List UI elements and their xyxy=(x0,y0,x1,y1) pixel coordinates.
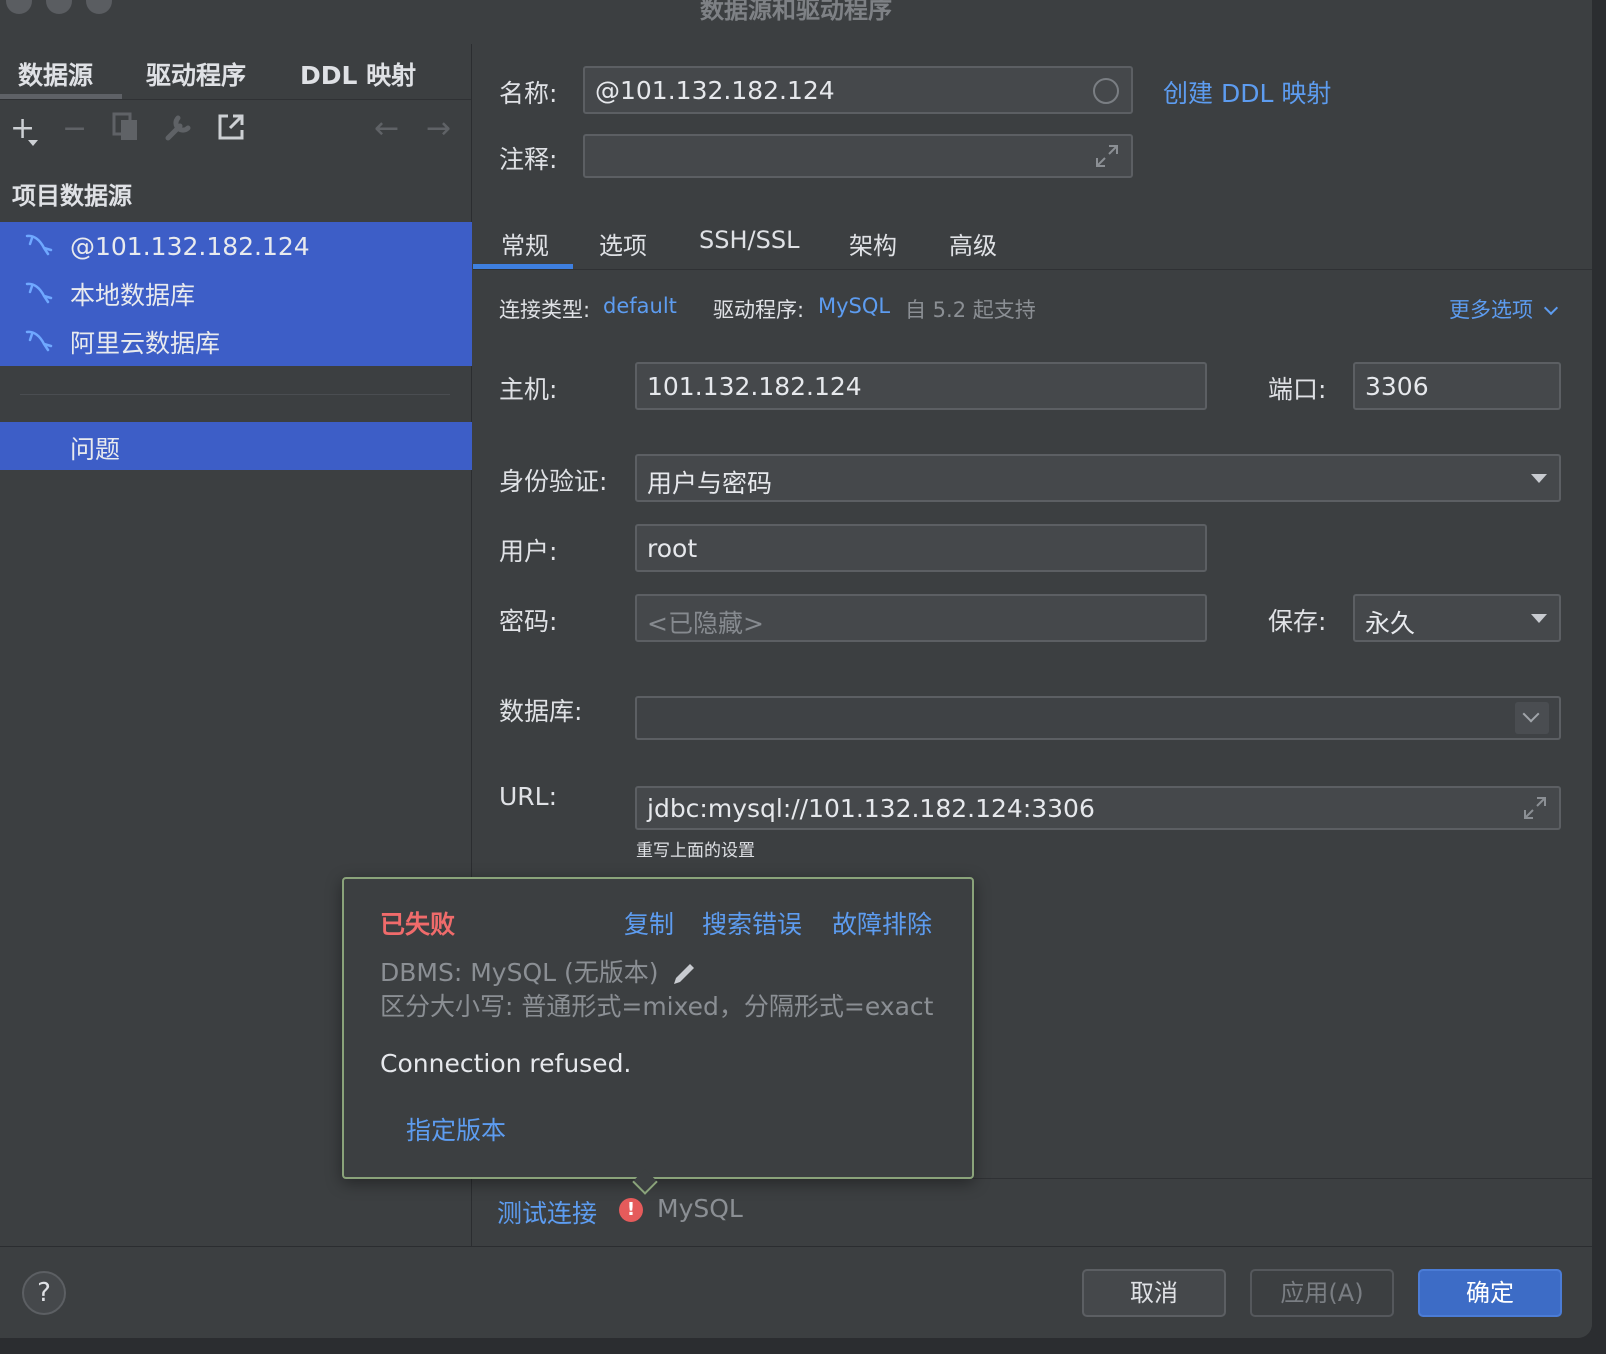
wrench-icon[interactable] xyxy=(164,112,194,142)
mysql-dolphin-icon xyxy=(25,234,53,256)
tab-drivers[interactable]: 驱动程序 xyxy=(146,56,246,92)
auth-label: 身份验证: xyxy=(499,467,608,496)
forward-arrow-icon[interactable]: → xyxy=(426,114,451,144)
chevron-down-icon xyxy=(1543,300,1558,316)
dropdown-arrow-icon xyxy=(1531,614,1547,623)
database-select[interactable] xyxy=(635,696,1561,740)
status-failed: 已失败 xyxy=(380,910,456,939)
active-tab-indicator xyxy=(473,264,573,269)
test-connection-link[interactable]: 测试连接 xyxy=(497,1194,597,1230)
host-value: 101.132.182.124 xyxy=(647,372,862,401)
tab-ddl-mappings[interactable]: DDL 映射 xyxy=(300,56,416,92)
dbms-text: DBMS: MySQL (无版本) xyxy=(380,958,659,987)
active-tab-indicator xyxy=(0,94,122,99)
problems-label: 问题 xyxy=(70,435,121,464)
mysql-dolphin-icon xyxy=(25,282,53,304)
url-value: jdbc:mysql://101.132.182.124:3306 xyxy=(647,794,1095,823)
data-source-item[interactable]: 本地数据库 xyxy=(0,270,472,318)
comment-input[interactable] xyxy=(583,134,1133,178)
user-label: 用户: xyxy=(499,537,558,566)
driver-label: 驱动程序: xyxy=(713,298,805,322)
url-label: URL: xyxy=(499,782,558,811)
create-ddl-mapping-link[interactable]: 创建 DDL 映射 xyxy=(1163,74,1331,110)
case-sensitivity-line: 区分大小写: 普通形式=mixed，分隔形式=exact xyxy=(380,992,934,1021)
save-value: 永久 xyxy=(1365,609,1416,638)
port-input[interactable]: 3306 xyxy=(1353,362,1561,410)
more-options-label: 更多选项 xyxy=(1449,298,1533,322)
password-placeholder: <已隐藏> xyxy=(647,609,764,638)
back-arrow-icon[interactable]: ← xyxy=(374,114,399,144)
comment-label: 注释: xyxy=(499,145,558,174)
cancel-button[interactable]: 取消 xyxy=(1082,1269,1226,1317)
auth-value: 用户与密码 xyxy=(647,469,773,498)
auth-select[interactable]: 用户与密码 xyxy=(635,454,1561,502)
dialog-window: 数据源和驱动程序 数据源 驱动程序 DDL 映射 + − ← → 项目数据源 @… xyxy=(0,0,1592,1338)
settings-tabs: 常规 选项 SSH/SSL 架构 高级 xyxy=(473,218,1592,270)
open-external-icon[interactable] xyxy=(216,112,246,142)
copy-link[interactable]: 复制 xyxy=(624,905,674,941)
apply-button[interactable]: 应用(A) xyxy=(1250,1269,1394,1317)
database-label: 数据库: xyxy=(499,697,583,726)
sidebar-item-problems[interactable]: 问题 xyxy=(0,422,472,470)
data-source-label: @101.132.182.124 xyxy=(70,231,310,261)
data-source-label: 本地数据库 xyxy=(70,281,196,310)
save-label: 保存: xyxy=(1268,607,1327,636)
data-source-list: @101.132.182.124 本地数据库 阿里云数据库 xyxy=(0,222,472,366)
host-input[interactable]: 101.132.182.124 xyxy=(635,362,1207,410)
more-options-link[interactable]: 更多选项 xyxy=(1449,294,1558,324)
data-source-item[interactable]: 阿里云数据库 xyxy=(0,318,472,366)
sidebar-divider xyxy=(20,394,450,395)
port-value: 3306 xyxy=(1365,372,1429,401)
connection-type-link[interactable]: default xyxy=(603,294,677,318)
data-source-label: 阿里云数据库 xyxy=(70,329,221,358)
password-label: 密码: xyxy=(499,607,558,636)
save-select[interactable]: 永久 xyxy=(1353,594,1561,642)
mysql-dolphin-icon xyxy=(25,330,53,352)
tab-general[interactable]: 常规 xyxy=(501,226,549,261)
duplicate-icon[interactable] xyxy=(112,112,140,142)
specify-version-link[interactable]: 指定版本 xyxy=(406,1111,506,1147)
remove-icon[interactable]: − xyxy=(62,114,87,144)
url-input[interactable]: jdbc:mysql://101.132.182.124:3306 xyxy=(635,786,1561,830)
name-input[interactable]: @101.132.182.124 xyxy=(583,66,1133,114)
password-input[interactable]: <已隐藏> xyxy=(635,594,1207,642)
left-tabs: 数据源 驱动程序 DDL 映射 xyxy=(0,44,471,100)
expand-icon[interactable] xyxy=(1095,144,1119,168)
host-label: 主机: xyxy=(499,375,558,404)
tab-data-sources[interactable]: 数据源 xyxy=(18,56,93,92)
port-label: 端口: xyxy=(1268,375,1327,404)
dropdown-arrow-icon xyxy=(1531,474,1547,483)
connection-type-label: 连接类型: xyxy=(499,298,591,322)
test-driver-name: MySQL xyxy=(657,1194,743,1223)
user-input[interactable]: root xyxy=(635,524,1207,572)
search-error-link[interactable]: 搜索错误 xyxy=(702,905,802,941)
add-dropdown-icon[interactable] xyxy=(28,140,38,146)
error-icon[interactable]: ! xyxy=(619,1198,643,1222)
project-data-sources-title: 项目数据源 xyxy=(12,182,132,210)
driver-version-note: 自 5.2 起支持 xyxy=(905,298,1036,322)
tab-advanced[interactable]: 高级 xyxy=(949,226,997,261)
error-message: Connection refused. xyxy=(380,1049,632,1078)
tab-options[interactable]: 选项 xyxy=(599,226,647,261)
expand-icon[interactable] xyxy=(1523,796,1547,820)
color-picker-icon[interactable] xyxy=(1093,78,1119,104)
dialog-footer: ? 取消 应用(A) 确定 xyxy=(0,1246,1592,1338)
ok-button[interactable]: 确定 xyxy=(1418,1269,1562,1317)
data-source-item[interactable]: @101.132.182.124 xyxy=(0,222,472,270)
driver-link[interactable]: MySQL xyxy=(818,294,890,318)
help-button[interactable]: ? xyxy=(22,1271,66,1315)
user-value: root xyxy=(647,534,698,563)
window-title: 数据源和驱动程序 xyxy=(700,0,892,24)
connection-result-popup: 已失败 复制 搜索错误 故障排除 DBMS: MySQL (无版本) 区分大小写… xyxy=(342,877,974,1195)
pencil-icon[interactable] xyxy=(670,960,698,988)
name-value: @101.132.182.124 xyxy=(595,76,835,105)
dbms-line: DBMS: MySQL (无版本) xyxy=(380,953,698,989)
title-bar: 数据源和驱动程序 xyxy=(0,0,1592,28)
tab-ssh-ssl[interactable]: SSH/SSL xyxy=(699,226,799,254)
tab-schemas[interactable]: 架构 xyxy=(849,226,897,261)
name-label: 名称: xyxy=(499,79,558,108)
url-override-hint: 重写上面的设置 xyxy=(636,841,755,861)
troubleshoot-link[interactable]: 故障排除 xyxy=(832,905,932,941)
